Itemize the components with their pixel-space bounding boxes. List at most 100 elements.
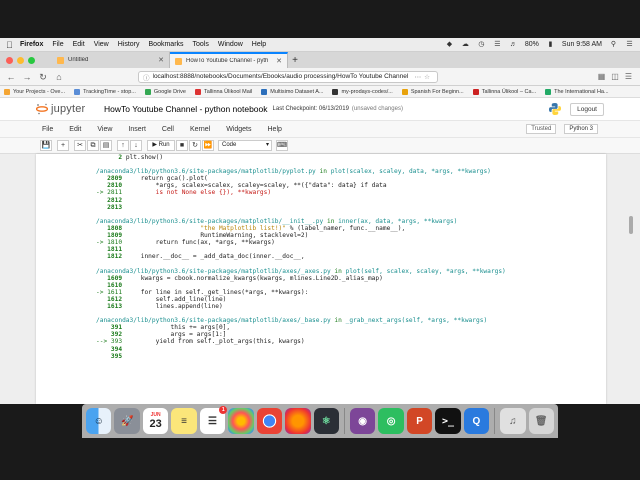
browser-nav-bar: ← → ↻ ⌂ ⓘ localhost:8888/notebooks/Docum… [0,68,640,86]
traceback-segment: yield from self._plot_args(this, kwargs) [125,338,305,346]
evernote-icon[interactable]: ◎ [378,408,404,434]
calendar-icon[interactable]: JUN 23 [142,408,169,434]
forward-icon[interactable]: → [20,70,34,84]
menu-list-icon[interactable]: ☰ [625,41,634,49]
bookmark-item[interactable]: Multisimo Dataset A... [261,88,323,95]
menu-help[interactable]: Help [252,41,266,48]
more-icon[interactable]: ⋯ [415,73,422,81]
traceback-segment: 2810 [96,182,126,190]
battery-icon[interactable]: ▮ [546,41,555,49]
notebook-page[interactable]: 2 plt.show() /anaconda3/lib/python3.6/sit… [36,154,606,404]
copy-icon[interactable]: ⧉ [87,140,99,151]
jmenu-cell[interactable]: Cell [162,126,174,133]
traceback-segment: return gca().plot( [125,175,208,183]
menu-file[interactable]: File [52,41,63,48]
sidebar-icon[interactable]: ◫ [611,72,619,81]
new-tab-button[interactable]: + [288,55,302,66]
menu-edit[interactable]: Edit [73,41,85,48]
minimize-window-icon[interactable] [17,56,24,64]
hamburger-menu-icon[interactable]: ☰ [625,72,632,81]
jmenu-view[interactable]: View [97,126,112,133]
keyboard-icon[interactable]: ⌨ [276,140,288,151]
chrome-icon[interactable] [256,408,283,434]
traceback-segment: in [330,267,346,275]
cell-type-select[interactable]: Code ▾ [218,140,272,151]
itunes-icon[interactable]: ♫ [500,408,526,434]
reminders-icon[interactable]: ☰ 1 [199,406,228,434]
bookmark-label: Tallinna Ülikool – Ca... [481,88,537,95]
bookmark-item[interactable]: The International Ha... [545,88,609,95]
stop-icon[interactable]: ■ [176,140,188,151]
scrollbar[interactable] [629,216,633,234]
finder-icon[interactable]: ☺ [86,408,112,434]
clock[interactable]: Sun 9:58 AM [562,41,602,48]
menu-tools[interactable]: Tools [193,41,209,48]
timer-icon[interactable]: ◷ [477,41,486,49]
notes-icon[interactable]: ≡ [171,408,197,434]
cut-icon[interactable]: ✂ [74,140,86,151]
close-window-icon[interactable] [6,56,13,64]
kernel-indicator[interactable]: Python 3 [564,124,598,134]
trusted-badge[interactable]: Trusted [526,124,557,134]
jmenu-widgets[interactable]: Widgets [226,126,251,133]
trash-icon[interactable]: 🗑 [528,408,554,434]
bookmark-item[interactable]: Google Drive [144,88,186,95]
bookmark-star-icon[interactable]: ☆ [424,73,430,81]
fast-forward-icon[interactable]: ⏩ [202,140,214,151]
jmenu-file[interactable]: File [42,126,53,133]
move-down-icon[interactable]: ↓ [130,140,142,151]
quicktime-icon[interactable]: Q [463,408,490,434]
wifi-icon[interactable]: ☰ [493,41,502,49]
bookmark-item[interactable]: my-prodays-codes/... [332,88,393,95]
tor-browser-icon[interactable]: ◉ [349,408,376,434]
restart-icon[interactable]: ↻ [189,140,201,151]
bookmark-item[interactable]: Tallinna Ülikool – Ca... [472,88,537,95]
cloud-icon[interactable]: ☁ [461,41,470,49]
dropbox-icon[interactable]: ◆ [445,41,454,49]
bookmark-item[interactable]: Tallinna Ülikool Mail [194,88,252,95]
info-icon[interactable]: ⓘ [143,72,150,82]
photos-icon[interactable] [228,408,254,434]
library-icon[interactable]: ▦ [598,72,606,81]
jmenu-edit[interactable]: Edit [69,126,81,133]
move-up-icon[interactable]: ↑ [117,140,129,151]
bookmark-item[interactable]: Your Projects - Ove... [4,88,65,95]
firefox-icon[interactable] [285,408,311,434]
tab-close-icon[interactable]: ✕ [276,57,282,65]
jmenu-insert[interactable]: Insert [128,126,146,133]
tab-untitled[interactable]: Untitled ✕ [52,52,170,68]
home-icon[interactable]: ⌂ [52,70,66,84]
traceback-line [96,211,506,218]
url-bar[interactable]: ⓘ localhost:8888/notebooks/Documents/Ebo… [138,70,438,83]
jmenu-kernel[interactable]: Kernel [190,126,210,133]
jmenu-help[interactable]: Help [268,126,282,133]
logout-button[interactable]: Logout [570,102,604,116]
save-icon[interactable]: 💾 [40,140,52,151]
notebook-title[interactable]: HowTo Youtube Channel - python notebook [104,104,268,114]
search-icon[interactable]: ⚲ [609,41,618,49]
bookmark-item[interactable]: Spanish For Beginn... [401,88,464,95]
back-icon[interactable]: ← [4,70,18,84]
volume-icon[interactable]: ♬ [509,41,518,49]
menu-app-name[interactable]: Firefox [20,41,43,48]
insert-cell-icon[interactable]: + [57,140,69,151]
maximize-window-icon[interactable] [28,56,35,64]
launchpad-icon[interactable]: 🚀 [114,408,140,434]
bookmark-item[interactable]: TrackingTime - stop... [74,88,136,95]
apple-icon[interactable]:  [6,40,20,50]
tab-close-icon[interactable]: ✕ [158,56,164,64]
menu-window[interactable]: Window [218,41,243,48]
tab-notebook[interactable]: HowTo Youtube Channel - pyth ✕ [170,52,288,68]
jupyter-logo[interactable]: jupyter [36,103,96,115]
menu-bookmarks[interactable]: Bookmarks [149,41,184,48]
menu-history[interactable]: History [118,41,140,48]
menu-view[interactable]: View [94,41,109,48]
reload-icon[interactable]: ↻ [36,70,50,84]
paste-icon[interactable]: ▤ [100,140,112,151]
run-button[interactable]: ▶ Run [147,140,175,151]
traceback-segment: is not None else {}), **kwargs) [125,189,272,197]
atom-icon[interactable]: ⚛ [313,408,339,434]
terminal-icon[interactable]: >_ [435,408,461,434]
traceback-output: 2 plt.show() /anaconda3/lib/python3.6/sit… [96,154,506,360]
powerpoint-icon[interactable]: P [406,408,433,434]
